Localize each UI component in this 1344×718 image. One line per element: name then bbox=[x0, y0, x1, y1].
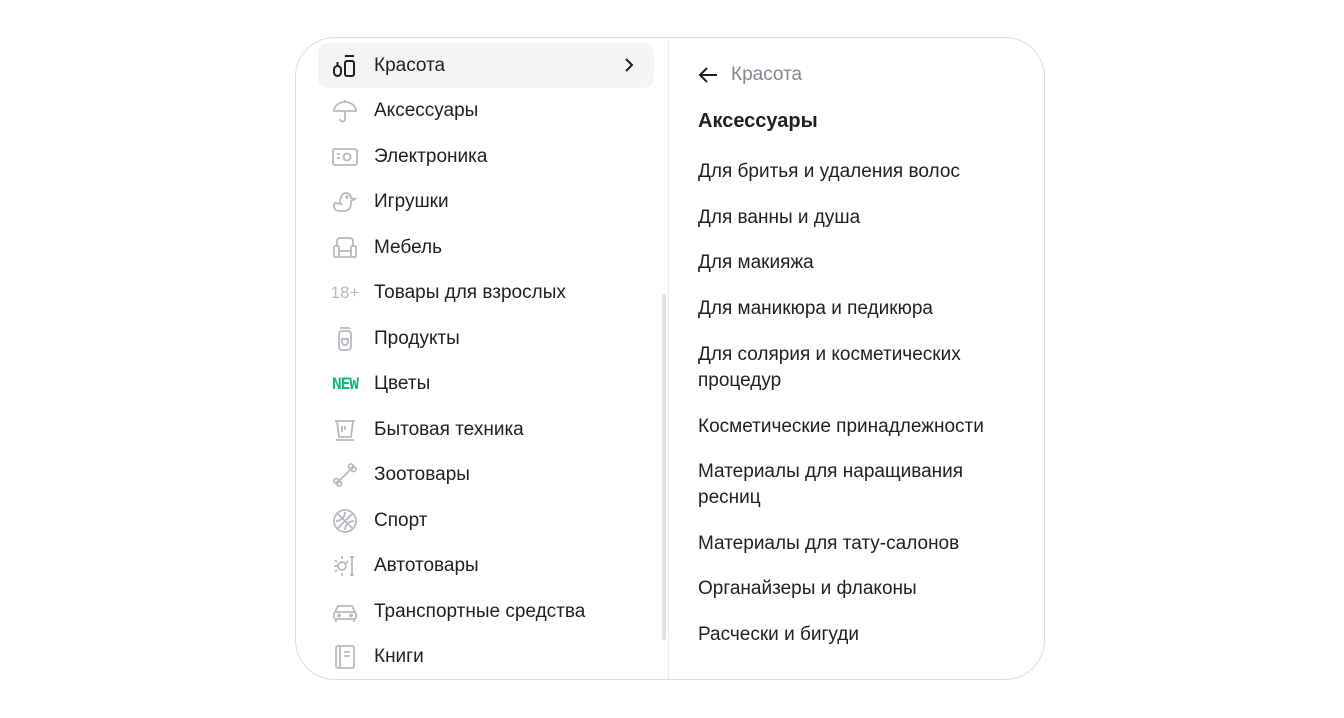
category-label: Красота bbox=[374, 54, 446, 76]
category-item-flowers[interactable]: NEW Цветы bbox=[318, 361, 654, 406]
category-label: Транспортные средства bbox=[374, 600, 586, 622]
kettle-icon bbox=[330, 415, 360, 445]
subcategory-link[interactable]: Для солярия и косметических процедур bbox=[698, 342, 998, 394]
subcategory-link[interactable]: Для макияжа bbox=[698, 250, 1018, 276]
category-item-books[interactable]: Книги bbox=[318, 634, 654, 679]
bone-icon bbox=[330, 460, 360, 490]
category-label: Игрушки bbox=[374, 190, 449, 212]
new-badge-icon: NEW bbox=[332, 374, 359, 393]
book-icon bbox=[330, 642, 360, 672]
subcategory-link[interactable]: Для ванны и душа bbox=[698, 205, 1018, 231]
category-item-auto[interactable]: Автотовары bbox=[318, 543, 654, 588]
electronics-icon bbox=[330, 142, 360, 172]
subcategory-link[interactable]: Для бритья и удаления волос bbox=[698, 159, 1018, 185]
category-list: Красота Аксессуары Электроника Игрушки М… bbox=[296, 38, 668, 679]
category-item-beauty[interactable]: Красота bbox=[318, 43, 654, 88]
category-item-toys[interactable]: Игрушки bbox=[318, 179, 654, 224]
section-title: Аксессуары bbox=[698, 110, 818, 132]
category-item-furniture[interactable]: Мебель bbox=[318, 225, 654, 270]
category-item-adult[interactable]: 18+ Товары для взрослых bbox=[318, 270, 654, 315]
jar-icon bbox=[330, 324, 360, 354]
subcategory-link[interactable]: Материалы для тату-салонов bbox=[698, 531, 1018, 557]
category-scrollbar[interactable] bbox=[662, 294, 666, 640]
category-item-pets[interactable]: Зоотовары bbox=[318, 452, 654, 497]
subcategory-link[interactable]: Для маникюра и педикюра bbox=[698, 296, 1018, 322]
basketball-icon bbox=[330, 506, 360, 536]
category-item-vehicles[interactable]: Транспортные средства bbox=[318, 589, 654, 634]
car-parts-icon bbox=[330, 551, 360, 581]
category-label: Бытовая техника bbox=[374, 418, 524, 440]
category-item-accessories[interactable]: Аксессуары bbox=[318, 88, 654, 133]
category-label: Зоотовары bbox=[374, 463, 470, 485]
subcategory-link[interactable]: Косметические принадлежности bbox=[698, 414, 1018, 440]
back-button[interactable]: Красота bbox=[697, 62, 802, 88]
category-item-electronics[interactable]: Электроника bbox=[318, 134, 654, 179]
duck-toy-icon bbox=[330, 187, 360, 217]
umbrella-icon bbox=[330, 96, 360, 126]
category-label: Товары для взрослых bbox=[374, 281, 566, 303]
category-label: Мебель bbox=[374, 236, 442, 258]
category-label: Электроника bbox=[374, 145, 488, 167]
catalog-panel: Красота Аксессуары Электроника Игрушки М… bbox=[295, 37, 1045, 680]
category-label: Продукты bbox=[374, 327, 460, 349]
subcategory-link[interactable]: Расчески и бигуди bbox=[698, 622, 1018, 648]
adult-18-icon: 18+ bbox=[330, 282, 360, 302]
category-item-appliances[interactable]: Бытовая техника bbox=[318, 407, 654, 452]
beauty-bottles-icon bbox=[330, 51, 360, 81]
category-label: Автотовары bbox=[374, 554, 479, 576]
arrow-left-icon bbox=[698, 67, 717, 83]
category-label: Книги bbox=[374, 645, 424, 667]
category-label: Цветы bbox=[374, 372, 431, 394]
category-label: Спорт bbox=[374, 509, 428, 531]
chevron-right-icon bbox=[625, 58, 634, 72]
back-label: Красота bbox=[731, 64, 803, 85]
armchair-icon bbox=[330, 233, 360, 263]
subcategory-link[interactable]: Материалы для наращивания ресниц bbox=[698, 459, 998, 511]
category-item-sport[interactable]: Спорт bbox=[318, 498, 654, 543]
category-item-products[interactable]: Продукты bbox=[318, 316, 654, 361]
subcategory-link[interactable]: Органайзеры и флаконы bbox=[698, 576, 1018, 602]
car-icon bbox=[330, 597, 360, 627]
category-label: Аксессуары bbox=[374, 99, 479, 121]
subcategory-pane: Красота Аксессуары Для бритья и удаления… bbox=[669, 38, 1044, 679]
